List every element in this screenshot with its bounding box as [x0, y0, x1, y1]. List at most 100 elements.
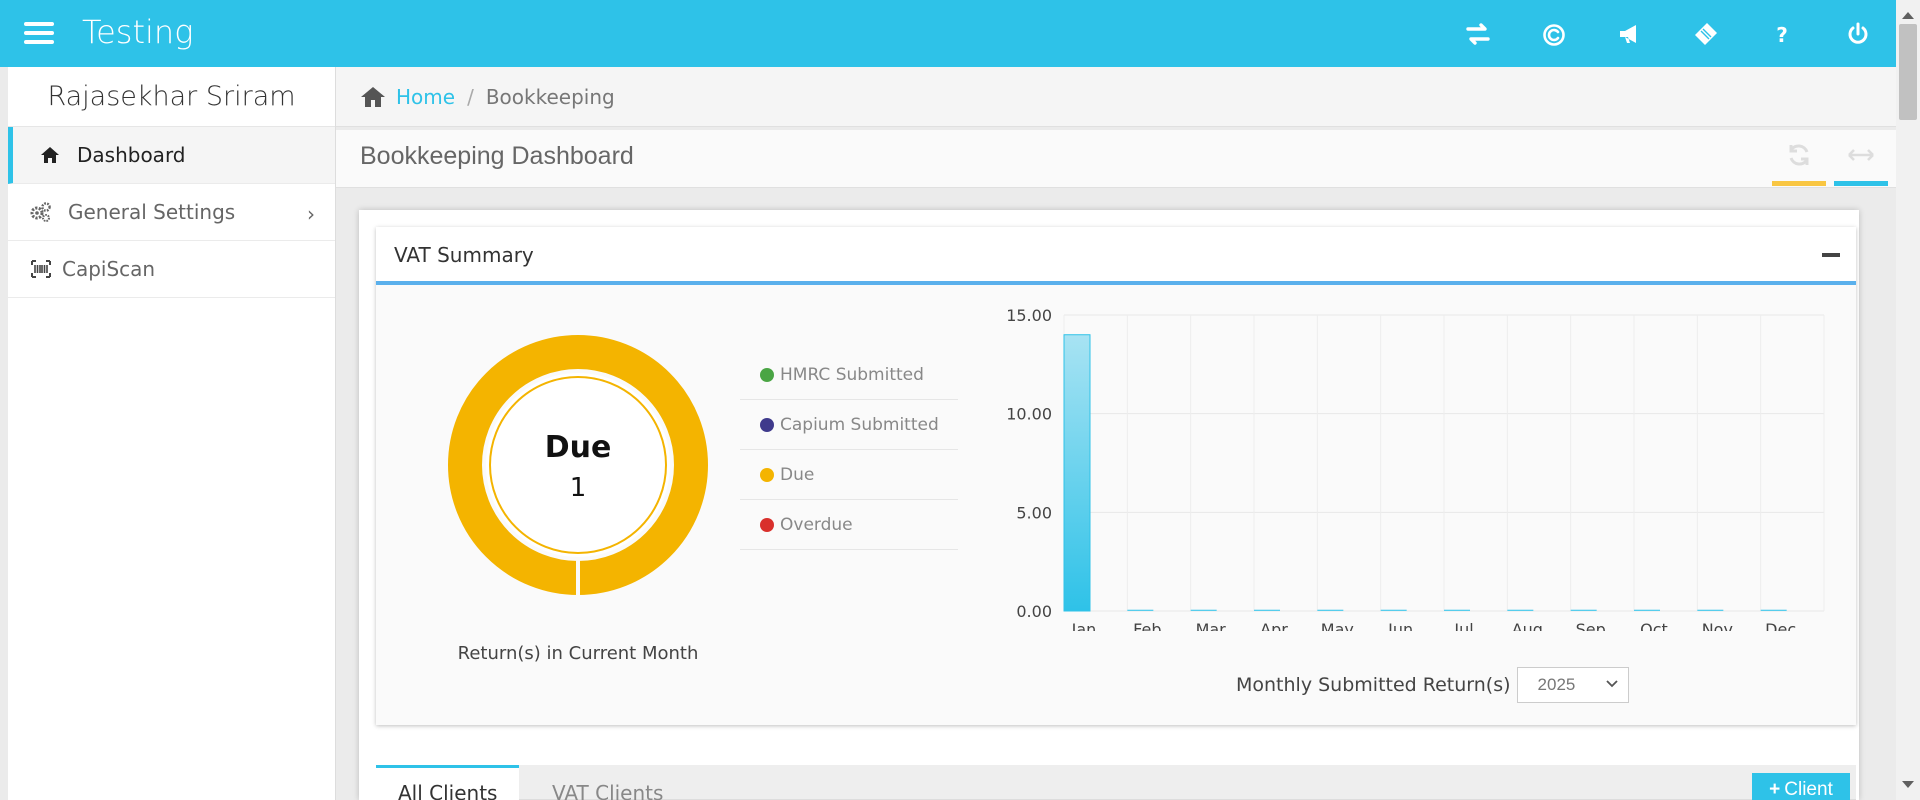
breadcrumb: Home / Bookkeeping	[336, 67, 1896, 127]
legend-dot	[760, 517, 774, 532]
bar-nov[interactable]	[1697, 609, 1724, 612]
collapse-minus-icon[interactable]	[1822, 253, 1840, 257]
add-client-button[interactable]: + Client	[1752, 773, 1850, 800]
bar-jun[interactable]	[1380, 609, 1407, 612]
x-tick-label: Apr	[1260, 620, 1288, 631]
legend-label: HMRC Submitted	[780, 364, 924, 385]
power-icon[interactable]	[1820, 0, 1896, 67]
app-title: Testing	[82, 13, 194, 51]
x-tick-label: Nov	[1702, 620, 1733, 631]
legend-item: HMRC Submitted	[740, 350, 958, 400]
expand-accent-bar	[1834, 181, 1888, 186]
donut-label: Due	[545, 430, 612, 465]
home-icon	[39, 144, 61, 166]
page-header: Bookkeeping Dashboard	[336, 130, 1896, 188]
ticket-icon[interactable]	[1668, 0, 1744, 67]
donut-count: 1	[570, 473, 587, 503]
refresh-button[interactable]	[1772, 142, 1826, 186]
legend-label: Overdue	[780, 514, 853, 535]
sidebar-item-general-settings[interactable]: General Settings ›	[8, 184, 335, 241]
bar-aug[interactable]	[1507, 609, 1534, 612]
vat-donut-chart: Due 1	[448, 334, 708, 596]
y-tick-label: 0.00	[1016, 602, 1052, 621]
hamburger-menu-icon[interactable]	[24, 22, 54, 44]
svg-text:?: ?	[1776, 23, 1788, 47]
expand-horizontal-icon	[1848, 149, 1874, 161]
x-tick-label: Oct	[1640, 620, 1668, 631]
refresh-icon	[1789, 144, 1809, 166]
megaphone-icon[interactable]	[1592, 0, 1668, 67]
donut-caption: Return(s) in Current Month	[457, 643, 699, 664]
x-tick-label: Dec	[1765, 620, 1796, 631]
sidebar-item-label: Dashboard	[77, 143, 186, 167]
bar-may[interactable]	[1317, 609, 1344, 612]
x-tick-label: May	[1321, 620, 1354, 631]
legend-label: Capium Submitted	[780, 414, 939, 435]
transfer-icon[interactable]	[1440, 0, 1516, 67]
legend-dot	[760, 367, 774, 382]
top-navbar: Testing ?	[0, 0, 1920, 67]
monthly-returns-bar-chart: 15.00 10.00 5.00 0.00 Jan Feb Mar Apr May Jun Jul A…	[1006, 306, 1825, 631]
bar-mar[interactable]	[1190, 609, 1217, 612]
plus-icon: +	[1769, 779, 1781, 800]
bar-jan[interactable]	[1063, 334, 1091, 612]
sidebar-item-label: CapiScan	[62, 257, 156, 281]
expand-button[interactable]	[1834, 142, 1888, 186]
legend-dot	[760, 417, 774, 432]
bar-oct[interactable]	[1634, 609, 1660, 612]
breadcrumb-home-link[interactable]: Home	[396, 85, 455, 109]
x-tick-label: Jun	[1387, 620, 1413, 631]
bar-jul[interactable]	[1444, 609, 1470, 612]
legend-label: Due	[780, 464, 815, 485]
home-icon	[361, 86, 385, 107]
tab-all-clients[interactable]: All Clients	[376, 765, 520, 800]
x-tick-label: Jul	[1453, 620, 1473, 631]
sidebar: Rajasekhar Sriram Dashboard General Sett…	[8, 67, 336, 800]
breadcrumb-separator: /	[467, 84, 474, 109]
add-client-label: Client	[1784, 779, 1833, 800]
legend-dot	[760, 467, 774, 482]
vat-legend: HMRC Submitted Capium Submitted Due Over…	[740, 350, 958, 550]
scroll-up-arrow-icon[interactable]	[1902, 12, 1914, 19]
legend-item: Due	[740, 450, 958, 500]
year-select-value: 2025	[1537, 675, 1576, 694]
breadcrumb-current: Bookkeeping	[485, 84, 615, 109]
page-title: Bookkeeping Dashboard	[360, 142, 634, 170]
chart-footer: Monthly Submitted Return(s) 2025	[1236, 667, 1629, 703]
user-name: Rajasekhar Sriram	[8, 67, 335, 127]
vat-summary-widget: VAT Summary Due 1 Return(s) in Current M…	[376, 227, 1856, 725]
widget-title: VAT Summary	[394, 243, 534, 267]
x-tick-label: Aug	[1512, 620, 1543, 631]
y-tick-label: 15.00	[1006, 306, 1052, 325]
y-tick-label: 5.00	[1016, 503, 1052, 522]
chart-footer-label: Monthly Submitted Return(s)	[1236, 674, 1511, 696]
sidebar-item-label: General Settings	[68, 200, 236, 224]
capium-icon[interactable]	[1516, 0, 1592, 67]
help-icon[interactable]: ?	[1744, 0, 1820, 67]
year-select[interactable]: 2025	[1516, 667, 1629, 703]
bar-feb[interactable]	[1127, 609, 1154, 612]
barcode-icon	[30, 258, 52, 280]
legend-item: Overdue	[740, 500, 958, 550]
scroll-down-arrow-icon[interactable]	[1902, 781, 1914, 788]
bar-dec[interactable]	[1760, 609, 1787, 612]
x-tick-label: Mar	[1196, 620, 1227, 631]
x-tick-label: Sep	[1576, 620, 1606, 631]
gears-icon	[30, 201, 52, 223]
page-scrollbar[interactable]	[1896, 0, 1920, 800]
tab-vat-clients[interactable]: VAT Clients	[530, 765, 685, 800]
x-tick-label: Feb	[1133, 620, 1161, 631]
sidebar-item-dashboard[interactable]: Dashboard	[8, 127, 335, 184]
legend-item: Capium Submitted	[740, 400, 958, 450]
y-tick-label: 10.00	[1006, 405, 1052, 424]
x-tick-label: Jan	[1071, 620, 1097, 631]
refresh-accent-bar	[1772, 181, 1826, 186]
bar-sep[interactable]	[1570, 609, 1597, 612]
client-tabs: All Clients VAT Clients + Client	[376, 765, 1856, 800]
chevron-right-icon: ›	[307, 202, 315, 226]
scrollbar-thumb[interactable]	[1899, 24, 1917, 120]
bar-apr[interactable]	[1254, 609, 1280, 612]
sidebar-item-capiscan[interactable]: CapiScan	[8, 241, 335, 298]
widget-header: VAT Summary	[376, 227, 1856, 285]
chevron-down-icon	[1605, 680, 1618, 688]
